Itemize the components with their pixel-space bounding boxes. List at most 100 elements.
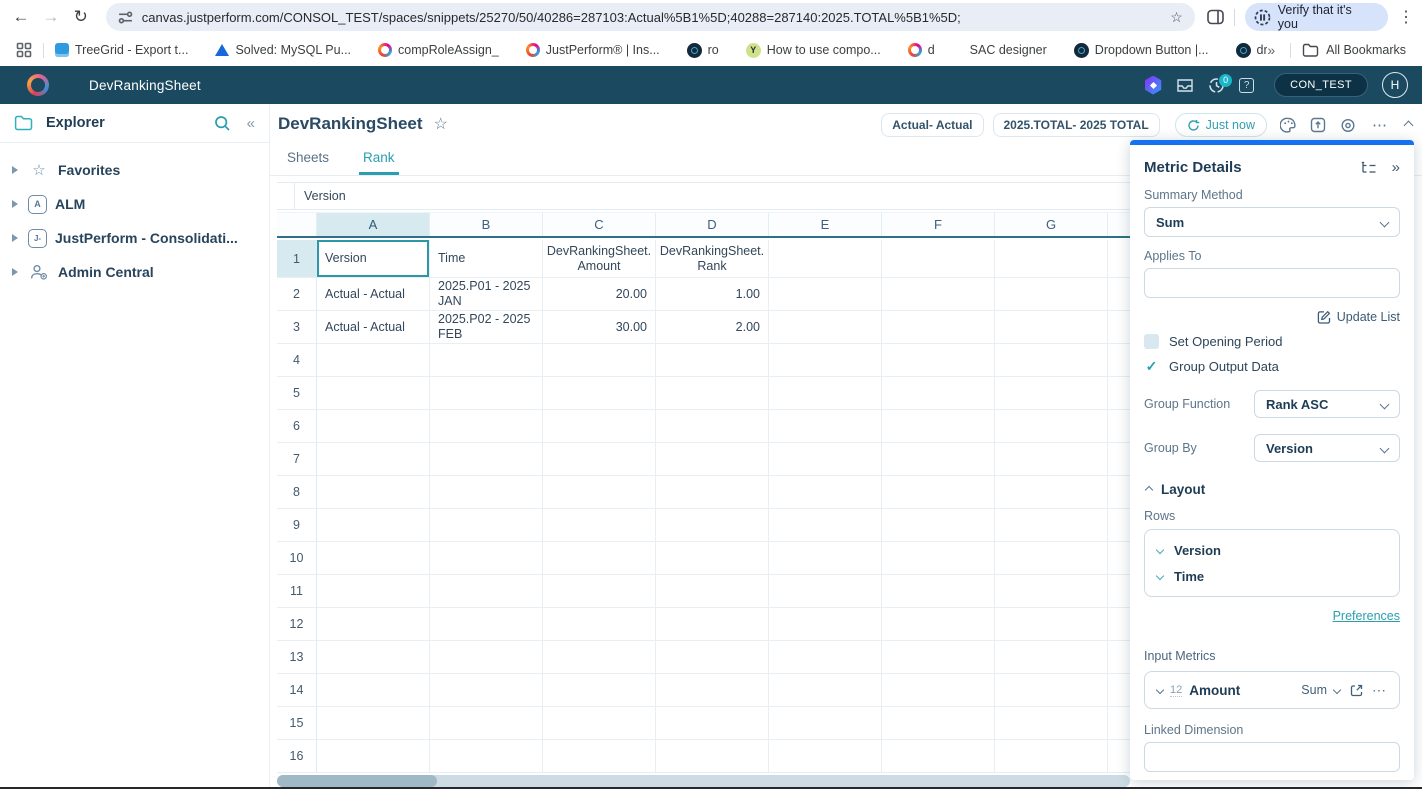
cell-D4[interactable] — [656, 344, 769, 377]
chevron-down-icon[interactable] — [1156, 686, 1164, 694]
cell-E12[interactable] — [769, 608, 882, 641]
cell-B7[interactable] — [430, 443, 543, 476]
cell-A2[interactable]: Actual - Actual — [317, 278, 430, 311]
search-icon[interactable] — [214, 115, 231, 132]
row-header-2[interactable]: 2 — [277, 278, 317, 311]
column-header-D[interactable]: D — [656, 212, 769, 236]
tab-rank[interactable]: Rank — [359, 150, 399, 175]
cell-A9[interactable] — [317, 509, 430, 542]
sidebar-item-alm[interactable]: AALM — [0, 187, 269, 221]
reload-icon[interactable]: ↻ — [66, 7, 96, 27]
cell-F5[interactable] — [882, 377, 995, 410]
row-header-9[interactable]: 9 — [277, 509, 317, 542]
checkbox-unchecked-icon[interactable] — [1144, 334, 1159, 349]
collapse-sidebar-icon[interactable]: « — [247, 115, 255, 132]
hierarchy-tree-icon[interactable] — [1360, 161, 1377, 175]
cell-B15[interactable] — [430, 707, 543, 740]
bookmark-item-drag[interactable]: drag — [1236, 43, 1268, 58]
cell-E14[interactable] — [769, 674, 882, 707]
cell-E4[interactable] — [769, 344, 882, 377]
row-header-7[interactable]: 7 — [277, 443, 317, 476]
row-header-13[interactable]: 13 — [277, 641, 317, 674]
more-options-icon[interactable]: ⋯ — [1372, 116, 1388, 134]
cell-C10[interactable] — [543, 542, 656, 575]
justperform-logo-icon[interactable] — [27, 74, 49, 96]
column-header-E[interactable]: E — [769, 212, 882, 236]
cell-C12[interactable] — [543, 608, 656, 641]
cell-B2[interactable]: 2025.P01 - 2025 JAN — [430, 278, 543, 311]
scrollbar-thumb[interactable] — [277, 775, 437, 787]
row-header-5[interactable]: 5 — [277, 377, 317, 410]
cell-E9[interactable] — [769, 509, 882, 542]
cell-A14[interactable] — [317, 674, 430, 707]
cell-B12[interactable] — [430, 608, 543, 641]
sidebar-item-favorites[interactable]: ☆Favorites — [0, 153, 269, 187]
column-header-G[interactable]: G — [995, 212, 1108, 236]
applies-to-field[interactable] — [1156, 276, 1388, 291]
cell-D13[interactable] — [656, 641, 769, 674]
cell-B14[interactable] — [430, 674, 543, 707]
applies-to-input[interactable] — [1144, 268, 1400, 298]
chevron-down-icon[interactable] — [1156, 546, 1164, 554]
cell-F11[interactable] — [882, 575, 995, 608]
cell-G16[interactable] — [995, 740, 1108, 773]
chevron-down-icon[interactable] — [1333, 686, 1341, 694]
column-header-B[interactable]: B — [430, 212, 543, 236]
address-bar[interactable]: canvas.justperform.com/CONSOL_TEST/space… — [106, 3, 1195, 31]
back-icon[interactable]: ← — [6, 7, 36, 27]
group-function-select[interactable]: Rank ASC — [1254, 390, 1400, 418]
cell-C7[interactable] — [543, 443, 656, 476]
cell-E11[interactable] — [769, 575, 882, 608]
verify-button[interactable]: Verify that it's you — [1245, 3, 1388, 31]
linked-dimension-input[interactable] — [1144, 742, 1400, 772]
cell-D10[interactable] — [656, 542, 769, 575]
formula-bar[interactable]: Version — [277, 182, 1130, 210]
cell-C15[interactable] — [543, 707, 656, 740]
sidebar-item-justperform-consolidati[interactable]: J-JustPerform - Consolidati... — [0, 221, 269, 255]
expand-caret-icon[interactable] — [12, 268, 18, 276]
cell-B8[interactable] — [430, 476, 543, 509]
cell-A15[interactable] — [317, 707, 430, 740]
cell-F3[interactable] — [882, 311, 995, 344]
cell-A11[interactable] — [317, 575, 430, 608]
cell-G1[interactable] — [995, 240, 1108, 278]
cell-D11[interactable] — [656, 575, 769, 608]
group-by-select[interactable]: Version — [1254, 434, 1400, 462]
cell-F1[interactable] — [882, 240, 995, 278]
column-header-A[interactable]: A — [317, 212, 430, 236]
cell-E16[interactable] — [769, 740, 882, 773]
cell-E15[interactable] — [769, 707, 882, 740]
cell-E8[interactable] — [769, 476, 882, 509]
cell-B11[interactable] — [430, 575, 543, 608]
expand-caret-icon[interactable] — [12, 166, 18, 174]
row-header-1[interactable]: 1 — [277, 240, 317, 278]
cell-F9[interactable] — [882, 509, 995, 542]
cell-G14[interactable] — [995, 674, 1108, 707]
filter-pill-actual-actual[interactable]: Actual- Actual — [881, 113, 983, 137]
preferences-link[interactable]: Preferences — [1333, 609, 1400, 623]
cell-F2[interactable] — [882, 278, 995, 311]
tenant-badge[interactable]: CON_TEST — [1274, 73, 1368, 97]
cell-C9[interactable] — [543, 509, 656, 542]
cell-G11[interactable] — [995, 575, 1108, 608]
row-header-6[interactable]: 6 — [277, 410, 317, 443]
cell-B10[interactable] — [430, 542, 543, 575]
preview-eye-icon[interactable] — [1339, 118, 1357, 133]
bookmark-item-sac-designer[interactable]: SAC designer — [962, 42, 1047, 58]
cell-A1[interactable]: Version — [317, 240, 430, 278]
cell-B13[interactable] — [430, 641, 543, 674]
row-header-3[interactable]: 3 — [277, 311, 317, 344]
forward-icon[interactable]: → — [36, 7, 66, 27]
cell-D1[interactable]: DevRankingSheet. Rank — [656, 240, 769, 278]
cell-E7[interactable] — [769, 443, 882, 476]
layout-row-time[interactable]: Time — [1157, 563, 1387, 589]
bookmark-item-treegrid-export-t[interactable]: TreeGrid - Export t... — [55, 43, 188, 57]
cell-E2[interactable] — [769, 278, 882, 311]
browser-menu-icon[interactable]: ⋮ — [1398, 7, 1414, 27]
cell-B9[interactable] — [430, 509, 543, 542]
bookmark-item-justperform-ins[interactable]: JustPerform® | Ins... — [526, 43, 660, 57]
sidebar-item-admin-central[interactable]: Admin Central — [0, 255, 269, 289]
cell-G7[interactable] — [995, 443, 1108, 476]
cell-F12[interactable] — [882, 608, 995, 641]
expand-caret-icon[interactable] — [12, 200, 18, 208]
